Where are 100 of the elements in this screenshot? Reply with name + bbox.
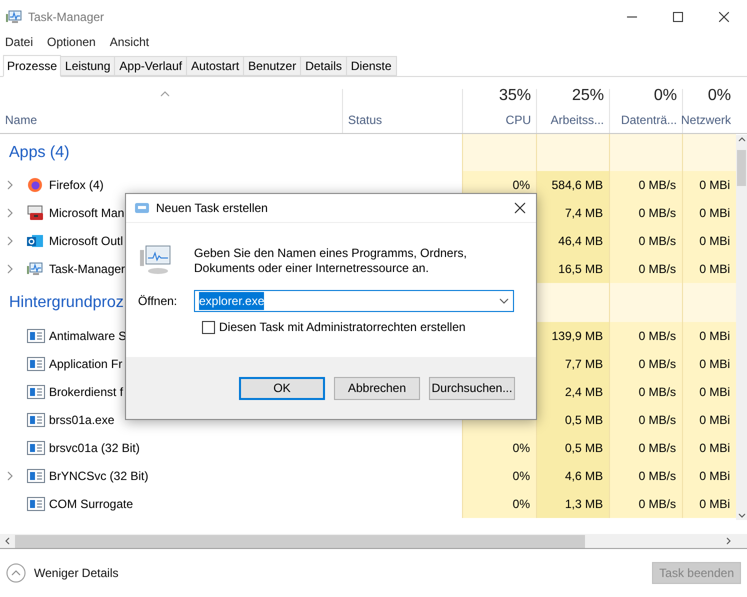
table-cell: 584,6 MB [536, 171, 609, 199]
scroll-down-icon[interactable] [738, 513, 746, 518]
table-cell: 139,9 MB [536, 322, 609, 350]
checkbox-label: Diesen Task mit Administratorrechten erstellen [219, 319, 466, 336]
table-cell: 0 MB/s [609, 434, 682, 462]
tab[interactable]: App-Verlauf [115, 56, 188, 76]
open-combobox[interactable]: explorer.exe [194, 290, 514, 312]
dialog-message: Geben Sie den Namen eines Programms, Ordners, Dokuments oder einer Internetressource an. [194, 245, 468, 276]
tab[interactable]: Details [301, 56, 347, 76]
column-header[interactable]: Datenträ... [620, 111, 677, 129]
process-name[interactable]: Microsoft Outl [49, 232, 124, 250]
column-header[interactable]: CPU [506, 111, 531, 129]
table-cell: 0 MB/s [609, 350, 682, 378]
table-cell: 0 MB/s [609, 199, 682, 227]
app-icon [27, 233, 45, 249]
tab[interactable]: Prozesse [3, 55, 62, 77]
table-cell: 0 MBi [682, 490, 736, 518]
table-cell: 0 MB/s [609, 227, 682, 255]
group-header: Hintergrundproz [8, 292, 124, 312]
process-name[interactable]: Firefox (4) [49, 176, 104, 194]
dialog-button[interactable]: OK [239, 376, 325, 400]
process-name[interactable]: brsvc01a (32 Bit) [49, 439, 140, 457]
scroll-up-icon[interactable] [738, 137, 746, 142]
table-cell: 0 MBi [682, 171, 736, 199]
table-cell: 0 MBi [682, 434, 736, 462]
table-cell: 0 MBi [682, 227, 736, 255]
table-cell: 0 MB/s [609, 378, 682, 406]
process-name[interactable]: Microsoft Man [49, 204, 124, 222]
scrollbar-thumb[interactable] [737, 150, 746, 186]
process-name[interactable]: BrYNCSvc (32 Bit) [49, 467, 148, 485]
table-cell: 0 MBi [682, 322, 736, 350]
process-name[interactable]: Brokerdienst f [49, 383, 124, 401]
table-cell: 0 MBi [682, 199, 736, 227]
table-cell [682, 283, 736, 322]
table-cell: 0% [462, 434, 536, 462]
table-cell: 16,5 MB [536, 255, 609, 283]
table-cell: 0,5 MB [536, 406, 609, 434]
process-name[interactable]: Task-Manager [49, 260, 126, 278]
table-cell: 1,3 MB [536, 490, 609, 518]
dialog-button[interactable]: Abbrechen [334, 376, 420, 400]
column-total: 25% [572, 86, 604, 106]
service-icon [27, 413, 45, 427]
app-icon [27, 177, 45, 193]
column-header[interactable]: Arbeitss... [550, 111, 604, 129]
service-icon [27, 357, 45, 371]
group-header: Apps (4) [8, 142, 70, 162]
table-cell: 0 MB/s [609, 490, 682, 518]
table-cell: 0 MB/s [609, 462, 682, 490]
close-icon[interactable] [514, 202, 526, 214]
table-cell [682, 134, 736, 171]
table-cell: 0 MBi [682, 255, 736, 283]
menu-item[interactable]: Optionen [47, 33, 96, 51]
table-cell: 0% [462, 462, 536, 490]
dropdown-chevron-icon[interactable] [499, 298, 509, 304]
table-cell: 0 MB/s [609, 171, 682, 199]
service-icon [27, 497, 45, 511]
column-header[interactable]: Name [5, 111, 38, 129]
service-icon [27, 329, 45, 343]
computer-monitor-icon [138, 244, 172, 276]
expand-chevron-icon[interactable] [7, 236, 15, 246]
service-icon [27, 469, 45, 483]
table-cell: 0 MBi [682, 378, 736, 406]
column-total: 0% [708, 86, 731, 106]
table-cell: 0 MBi [682, 406, 736, 434]
table-cell: 7,7 MB [536, 350, 609, 378]
expand-chevron-icon[interactable] [7, 471, 15, 481]
table-cell: 2,4 MB [536, 378, 609, 406]
app-icon [27, 262, 45, 276]
menu-item[interactable]: Ansicht [110, 33, 150, 51]
column-header[interactable]: Status [348, 111, 382, 129]
table-cell: 7,4 MB [536, 199, 609, 227]
table-cell: 0 MB/s [609, 255, 682, 283]
service-icon [27, 385, 45, 399]
tab[interactable]: Benutzer [244, 56, 302, 76]
expand-chevron-icon[interactable] [7, 264, 15, 274]
less-details-link[interactable]: Weniger Details [34, 564, 118, 582]
table-cell: 4,6 MB [536, 462, 609, 490]
column-header[interactable]: Netzwerk [680, 111, 731, 129]
sort-caret-icon [160, 91, 170, 97]
process-name[interactable]: Application Fr [49, 355, 122, 373]
column-total: 0% [654, 86, 677, 106]
app-icon [6, 10, 22, 24]
table-cell: 0 MB/s [609, 322, 682, 350]
tab[interactable]: Autostart [187, 56, 244, 76]
checkbox[interactable] [202, 320, 215, 334]
process-name[interactable]: brss01a.exe [49, 411, 114, 429]
expand-chevron-icon[interactable] [7, 180, 15, 190]
window-title: Task-Manager [28, 8, 104, 26]
dialog-button[interactable]: Durchsuchen... [429, 376, 515, 400]
process-name[interactable]: COM Surrogate [49, 495, 134, 513]
scrollbar-thumb[interactable] [15, 534, 585, 548]
tab[interactable]: Leistung [61, 56, 116, 76]
expand-chevron-icon[interactable] [7, 208, 15, 218]
menu-item[interactable]: Datei [5, 33, 34, 51]
column-total: 35% [498, 86, 531, 106]
table-cell: 0% [462, 490, 536, 518]
table-cell: 0 MBi [682, 350, 736, 378]
table-cell: 0 MBi [682, 462, 736, 490]
collapse-icon[interactable] [6, 563, 26, 583]
tab[interactable]: Dienste [346, 56, 397, 76]
